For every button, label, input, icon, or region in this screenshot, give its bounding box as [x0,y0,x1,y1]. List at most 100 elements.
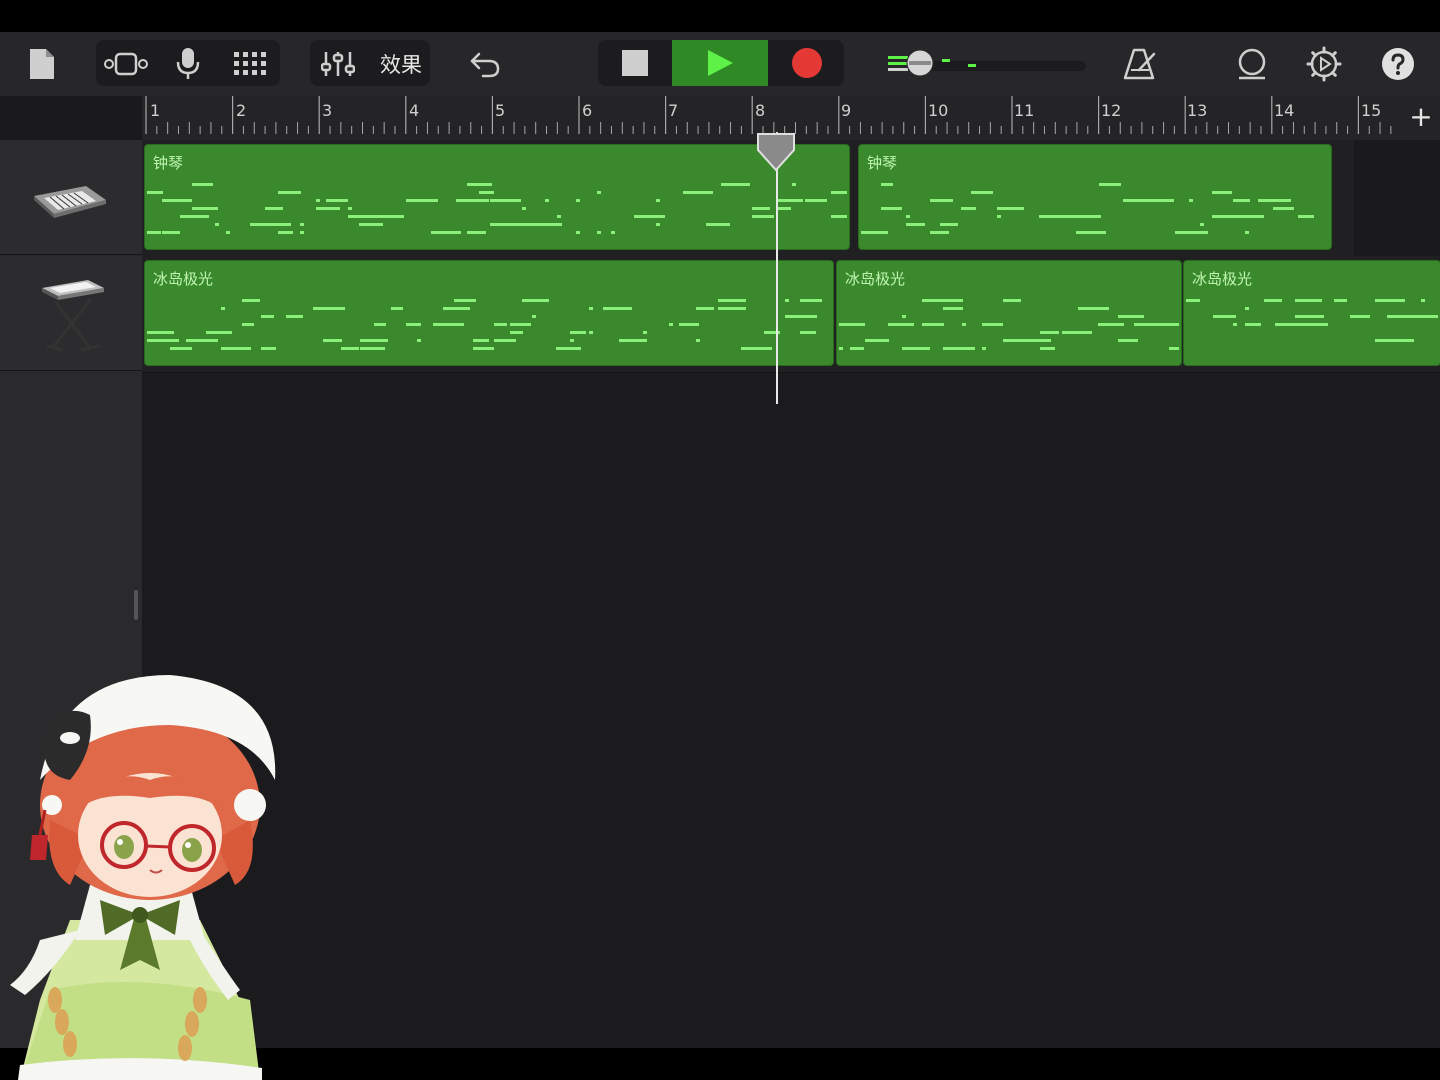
midi-note [839,347,843,350]
metronome-button[interactable] [1118,42,1162,86]
effects-button[interactable]: 效果 [372,42,430,86]
undo-button[interactable] [462,42,508,86]
midi-note [1245,215,1257,218]
midi-note [1233,323,1237,326]
settings-button[interactable] [1302,42,1346,86]
midi-note [147,331,174,334]
bar-number: 7 [668,101,679,120]
midi-note [576,231,580,234]
midi-note [1020,339,1051,342]
midi-note [1169,347,1179,350]
track-lane-keyboard[interactable]: 冰岛极光 冰岛极光 冰岛极光 [142,256,1440,373]
midi-note [1098,323,1124,326]
midi-note [192,183,213,186]
midi-note [522,299,549,302]
record-button[interactable] [772,40,842,86]
midi-note [1076,215,1101,218]
bar-number: 5 [495,101,506,120]
track-header-keyboard[interactable] [0,256,142,371]
region-iceland-aurora[interactable]: 冰岛极光 [1183,260,1440,366]
midi-note [706,223,730,226]
midi-note [1212,191,1232,194]
midi-note [1411,315,1438,318]
midi-note [597,191,601,194]
midi-notes [147,299,822,350]
midi-note [997,215,1001,218]
midi-note [962,323,966,326]
midi-note [679,323,699,326]
region-glockenspiel[interactable]: 钟琴 [858,144,1332,250]
midi-note [221,307,225,310]
bar-number: 9 [841,101,852,120]
live-loops-button[interactable] [226,42,274,86]
midi-note [1200,223,1204,226]
midi-note [603,307,632,310]
loop-browser-button[interactable] [1230,42,1274,86]
microphone-button[interactable] [166,42,210,86]
midi-note [1014,207,1018,210]
midi-note [300,223,304,226]
mascot-character-image [10,675,276,1080]
bar-number: 13 [1187,101,1208,120]
midi-note [656,223,660,226]
midi-note [961,207,976,210]
midi-note [1258,199,1262,202]
midi-note [881,207,902,210]
midi-note [850,347,864,350]
region-glockenspiel[interactable]: 钟琴 [144,144,850,250]
help-icon [1382,48,1414,80]
midi-note [421,199,438,202]
midi-note [778,207,791,210]
midi-note [1152,323,1179,326]
midi-note [881,183,893,186]
midi-note [1350,315,1370,318]
midi-note [1264,299,1282,302]
view-toggle-button[interactable] [100,42,152,86]
play-button[interactable] [672,40,768,86]
region-iceland-aurora[interactable]: 冰岛极光 [836,260,1182,366]
midi-note [1273,207,1294,210]
sliders-icon [321,52,355,76]
midi-note [348,215,381,218]
midi-note [839,323,865,326]
master-volume-slider[interactable] [884,46,1090,82]
midi-note [186,339,213,342]
stop-icon [622,50,648,76]
tracks-area: 钟琴 钟琴 冰岛极光 冰岛极光 冰岛极光 [142,140,1440,1048]
track-header-glockenspiel[interactable] [0,140,142,255]
bar-number: 2 [236,101,247,120]
bar-number: 4 [409,101,420,120]
mixer-button[interactable] [316,42,360,86]
midi-note [479,199,483,202]
midi-note [683,191,713,194]
play-icon [708,50,733,76]
midi-notes [861,183,1314,234]
midi-note [556,347,570,350]
midi-note [1099,183,1121,186]
add-section-button[interactable]: + [1406,102,1436,132]
midi-note [1275,323,1308,326]
loop-icon [1238,48,1266,80]
volume-slider-icon [888,49,1086,77]
midi-note [752,215,774,218]
midi-note [1189,199,1193,202]
playhead-handle[interactable] [756,132,796,172]
midi-note [932,299,963,302]
midi-note [1375,299,1405,302]
midi-note [792,199,796,202]
document-icon [30,49,54,79]
help-button[interactable] [1376,42,1420,86]
midi-note [1118,339,1138,342]
header-resize-handle[interactable] [134,590,138,620]
stop-button[interactable] [600,40,670,86]
midi-note [479,191,494,194]
region-iceland-aurora[interactable]: 冰岛极光 [144,260,834,366]
midi-note [576,199,580,202]
midi-note [718,299,746,302]
midi-note [805,199,827,202]
midi-note [831,191,847,194]
midi-note [696,307,714,310]
midi-note [1040,331,1059,334]
my-songs-button[interactable] [22,42,62,86]
song-end-area [1354,140,1440,256]
